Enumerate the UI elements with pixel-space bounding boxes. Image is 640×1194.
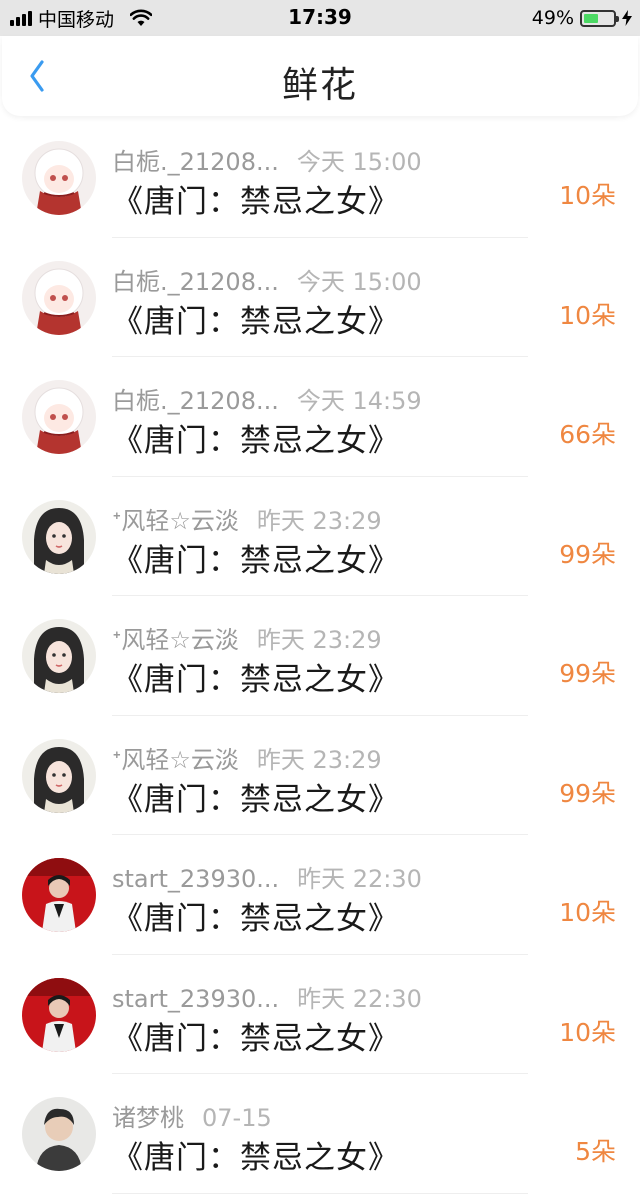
battery-level-fill <box>584 13 598 23</box>
gift-row-9[interactable]: 诸梦桃 07-15 《唐门：禁忌之女》 5朵 <box>0 1074 640 1194</box>
gift-time: 今天 14:59 <box>296 387 422 415</box>
username[interactable]: 白栀._21208... <box>112 142 279 177</box>
red-background-person-avatar[interactable] <box>22 977 96 1052</box>
flower-amount: 99朵 <box>559 778 616 808</box>
dark-haired-girl-avatar[interactable] <box>22 499 96 574</box>
gift-time: 昨天 22:30 <box>297 984 422 1013</box>
nav-bar: 鲜花 <box>2 36 638 116</box>
dark-haired-girl-avatar[interactable] <box>22 738 96 813</box>
flower-amount: 5朵 <box>575 1137 616 1166</box>
book-title: 《唐门：禁忌之女》 <box>112 184 400 220</box>
book-title: 《唐门：禁忌之女》 <box>112 662 400 698</box>
gift-time: 昨天 22:30 <box>297 865 422 893</box>
white-haired-girl-avatar[interactable] <box>22 141 96 215</box>
battery-icon <box>580 9 619 27</box>
white-haired-girl-avatar[interactable] <box>22 380 96 454</box>
flower-amount: 99朵 <box>559 539 616 569</box>
username[interactable]: ᕀ风轻☆云淡 <box>112 620 239 655</box>
gift-time: 昨天 23:29 <box>256 506 382 535</box>
flower-amount: 99朵 <box>559 659 616 688</box>
gift-row-2[interactable]: 白栀._21208... 今天 15:00 《唐门：禁忌之女》 10朵 <box>0 238 640 358</box>
flower-amount: 10朵 <box>559 898 616 927</box>
username[interactable]: ᕀ风轻☆云淡 <box>112 501 239 536</box>
dark-haired-girl-avatar[interactable] <box>22 619 96 693</box>
red-background-person-avatar[interactable] <box>22 858 96 932</box>
status-bar: 中国移动 17:39 49% <box>0 0 640 36</box>
book-title: 《唐门：禁忌之女》 <box>112 901 400 937</box>
gift-row-8[interactable]: start_23930... 昨天 22:30 《唐门：禁忌之女》 10朵 <box>0 955 640 1075</box>
gift-row-6[interactable]: ᕀ风轻☆云淡 昨天 23:29 《唐门：禁忌之女》 99朵 <box>0 716 640 836</box>
gift-time: 今天 15:00 <box>296 267 422 296</box>
flower-amount: 10朵 <box>559 181 616 210</box>
gift-time: 今天 15:00 <box>296 148 422 176</box>
username[interactable]: 白栀._21208... <box>112 262 279 297</box>
book-title: 《唐门：禁忌之女》 <box>112 1020 400 1057</box>
page-title: 鲜花 <box>281 65 358 106</box>
username[interactable]: 白栀._21208... <box>112 381 279 416</box>
book-title: 《唐门：禁忌之女》 <box>112 542 400 579</box>
gift-row-5[interactable]: ᕀ风轻☆云淡 昨天 23:29 《唐门：禁忌之女》 99朵 <box>0 596 640 716</box>
username[interactable]: start_23930... <box>112 865 279 893</box>
username[interactable]: ᕀ风轻☆云淡 <box>112 740 239 775</box>
gift-time: 07-15 <box>202 1104 272 1132</box>
flower-amount: 10朵 <box>559 300 616 330</box>
gift-row-3[interactable]: 白栀._21208... 今天 14:59 《唐门：禁忌之女》 66朵 <box>0 357 640 477</box>
gift-row-7[interactable]: start_23930... 昨天 22:30 《唐门：禁忌之女》 10朵 <box>0 835 640 955</box>
white-haired-girl-avatar[interactable] <box>22 260 96 335</box>
flower-amount: 10朵 <box>559 1017 616 1047</box>
battery-percent: 49% <box>531 7 574 29</box>
gift-time: 昨天 23:29 <box>256 745 382 774</box>
flower-amount: 66朵 <box>559 420 616 449</box>
book-title: 《唐门：禁忌之女》 <box>112 781 400 818</box>
gift-time: 昨天 23:29 <box>256 626 382 654</box>
gift-row-4[interactable]: ᕀ风轻☆云淡 昨天 23:29 《唐门：禁忌之女》 99朵 <box>0 477 640 597</box>
username[interactable]: 诸梦桃 <box>112 1098 184 1133</box>
book-title: 《唐门：禁忌之女》 <box>112 303 400 340</box>
gift-row-1[interactable]: 白栀._21208... 今天 15:00 《唐门：禁忌之女》 10朵 <box>0 118 640 238</box>
flower-gift-list: 白栀._21208... 今天 15:00 《唐门：禁忌之女》 10朵 白栀._… <box>0 118 640 1194</box>
boy-avatar[interactable] <box>22 1097 96 1171</box>
book-title: 《唐门：禁忌之女》 <box>112 423 400 459</box>
username[interactable]: start_23930... <box>112 985 279 1013</box>
charging-icon <box>622 10 632 26</box>
